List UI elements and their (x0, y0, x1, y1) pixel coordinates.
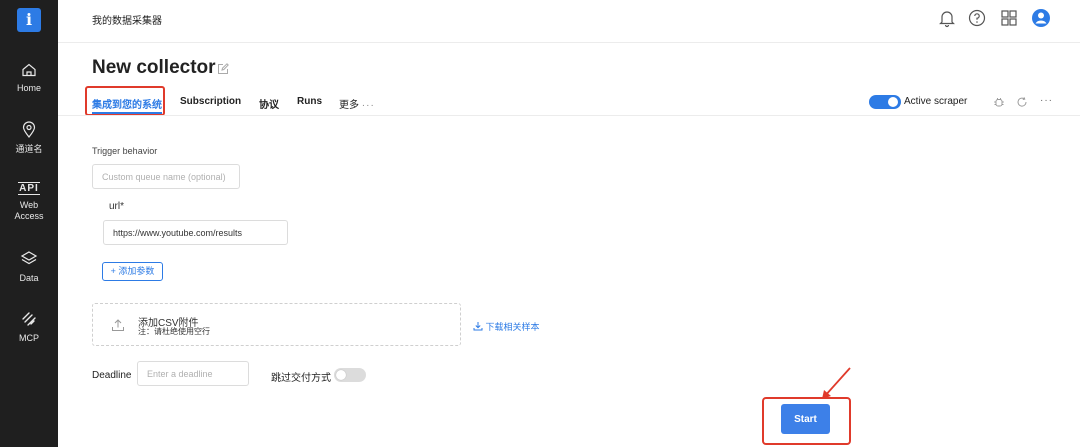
user-avatar-icon[interactable] (1031, 8, 1051, 28)
sidebar: i Home 通道名 API Web Access Data MCP (0, 0, 58, 447)
mcp-icon (22, 312, 36, 326)
refresh-icon[interactable] (1016, 96, 1028, 108)
download-sample-link[interactable]: 下载相关样本 (473, 320, 540, 333)
tab-more-label: 更多 (339, 100, 359, 111)
skip-delivery-toggle[interactable] (334, 368, 366, 382)
sidebar-item-home[interactable]: Home (0, 62, 58, 94)
debug-icon[interactable] (993, 96, 1005, 108)
url-label: url* (109, 201, 125, 212)
skip-delivery-label: 跳过交付方式 (271, 373, 331, 384)
csv-upload-dropzone[interactable]: 添加CSV附件 注：请杜绝使用空行 (92, 303, 461, 346)
url-input[interactable] (103, 220, 288, 245)
tab-protocol[interactable]: 协议 (259, 96, 279, 111)
sidebar-item-data[interactable]: Data (0, 250, 58, 284)
location-pin-icon (22, 121, 36, 138)
sidebar-item-label: Data (19, 273, 39, 283)
app-title: 我的数据采集器 (92, 16, 162, 27)
download-sample-label: 下载相关样本 (485, 322, 540, 332)
queue-name-input[interactable] (92, 164, 240, 189)
active-scraper-toggle[interactable] (869, 95, 901, 109)
edit-icon[interactable] (217, 63, 229, 75)
tab-runs[interactable]: Runs (297, 96, 322, 107)
ellipsis-icon: ··· (361, 100, 375, 111)
app-logo[interactable]: i (17, 8, 41, 32)
sidebar-item-label: MCP (19, 333, 39, 343)
home-icon (22, 63, 36, 77)
bell-icon[interactable] (937, 8, 957, 28)
deadline-input[interactable] (137, 361, 249, 386)
sidebar-item-web-access[interactable]: API Web Access (0, 182, 58, 222)
active-tab-indicator (92, 112, 162, 114)
download-icon (473, 322, 483, 331)
sidebar-item-label: Home (16, 83, 41, 93)
upload-icon (112, 319, 124, 331)
sidebar-item-channel[interactable]: 通道名 (0, 121, 58, 155)
tab-subscription[interactable]: Subscription (180, 96, 241, 107)
page-title: New collector (92, 57, 216, 78)
trigger-behavior-label: Trigger behavior (92, 146, 158, 156)
add-param-button[interactable]: + 添加参数 (102, 262, 163, 281)
active-scraper-label: Active scraper (904, 96, 968, 107)
tab-more[interactable]: 更多 ··· (339, 96, 375, 111)
sidebar-item-label: Web Access (14, 200, 44, 221)
tab-integration[interactable]: 集成到您的系统 (92, 96, 162, 111)
apps-grid-icon[interactable] (999, 8, 1019, 28)
help-icon[interactable] (967, 8, 987, 28)
start-button[interactable]: Start (781, 404, 830, 434)
layers-icon (20, 251, 38, 265)
upload-note: 注：请杜绝使用空行 (138, 327, 210, 336)
sidebar-item-label: 通道名 (15, 144, 43, 154)
more-icon[interactable]: ··· (1040, 95, 1053, 106)
api-icon: API (18, 182, 40, 195)
deadline-label: Deadline (92, 370, 132, 381)
header-divider (58, 42, 1080, 43)
sidebar-item-mcp[interactable]: MCP (0, 310, 58, 344)
tabs-divider (58, 115, 1080, 116)
